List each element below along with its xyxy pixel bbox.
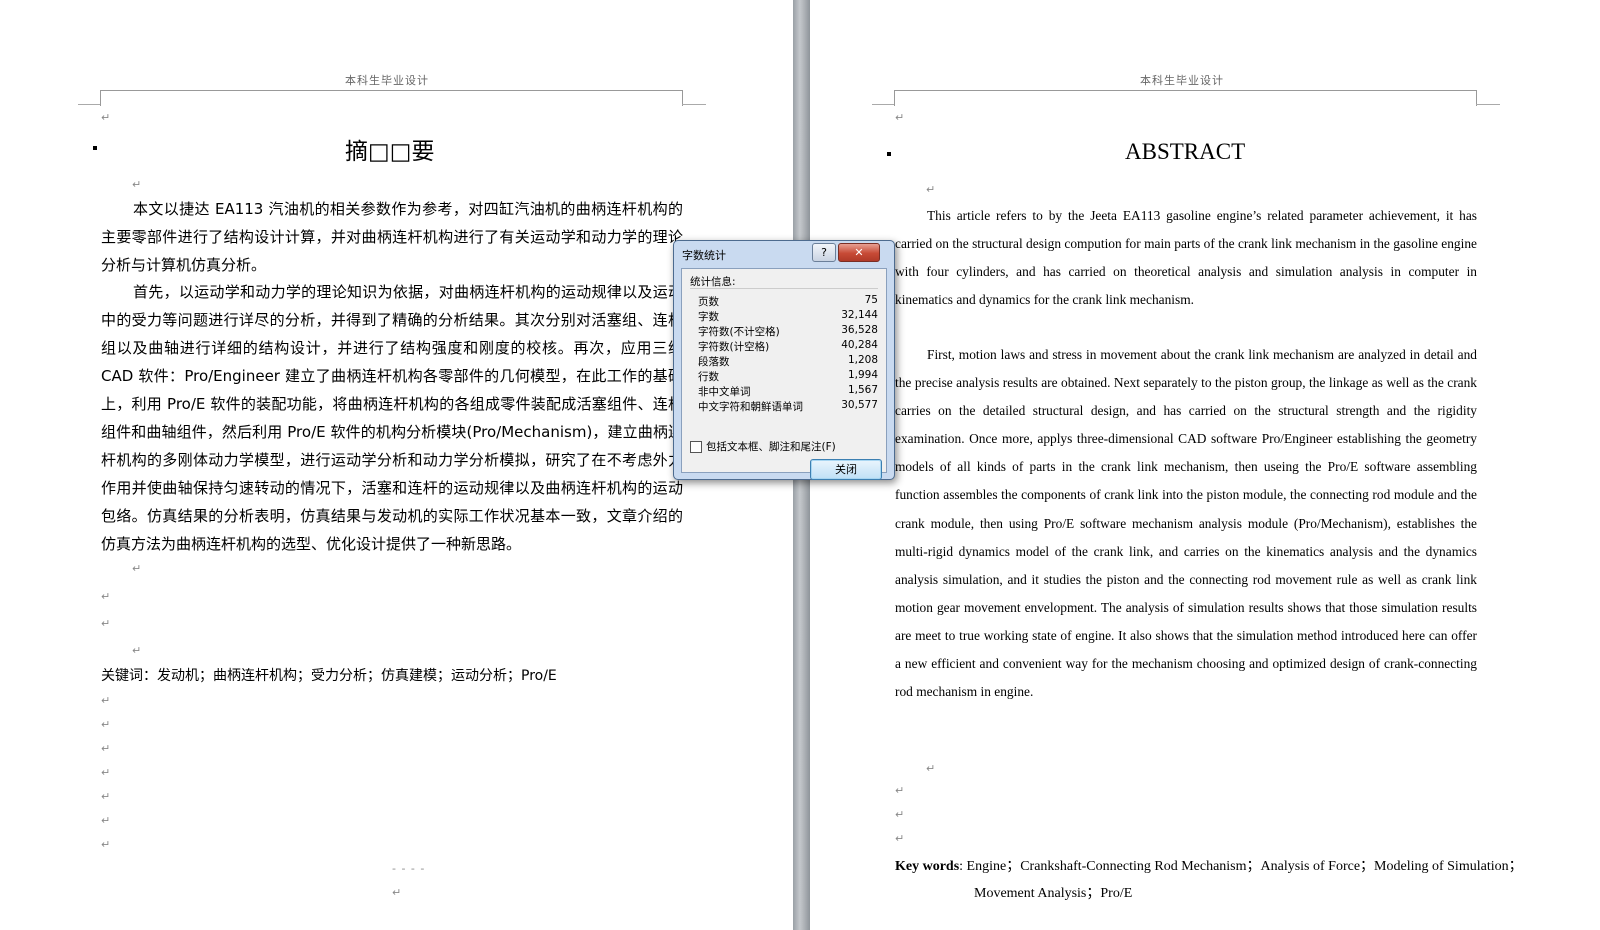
keywords-en: Key words: Engine；Crankshaft-Connecting … — [895, 853, 1564, 907]
close-button[interactable]: 关闭 — [810, 459, 882, 480]
paragraph-mark: ↵ — [101, 742, 111, 755]
stat-row-non-chinese-words: 非中文单词 1,567 — [698, 384, 878, 399]
paragraph-mark: ↵ — [101, 718, 111, 731]
keywords-en-text: : Engine；Crankshaft-Connecting Rod Mecha… — [959, 859, 1523, 901]
paragraph-mark: ↵ — [895, 808, 905, 821]
paragraph-mark: ↵ — [101, 694, 111, 707]
paragraph-mark: ↵ — [132, 178, 142, 191]
stat-row-pages: 页数 75 — [698, 294, 878, 309]
stat-label: 非中文单词 — [698, 386, 751, 398]
abstract-paragraph-cn-2: 首先，以运动学和动力学的理论知识为依据，对曲柄连杆机构的运动规律以及运动中的受力… — [101, 283, 683, 553]
heading-bullet — [93, 146, 97, 150]
paragraph-mark: ↵ — [101, 766, 111, 779]
abstract-title-en: ABSTRACT — [1125, 139, 1246, 164]
heading-bullet — [887, 152, 891, 156]
close-window-button[interactable]: ✕ — [838, 243, 880, 262]
margin-corner-right — [1476, 104, 1500, 105]
keywords-cn: 关键词：发动机；曲柄连杆机构；受力分析；仿真建模；运动分析；Pro/E — [101, 668, 557, 684]
stat-label: 字数 — [698, 311, 719, 323]
stat-row-words: 字数 32,144 — [698, 309, 878, 324]
footer-marks: - - - - — [392, 862, 426, 875]
abstract-paragraph-en-1: This article refers to by the Jeeta EA11… — [895, 208, 1477, 308]
stat-label: 行数 — [698, 371, 719, 383]
statistics-group: 页数 75 字数 32,144 字符数(不计空格) 36,528 字符数(计空格… — [690, 288, 878, 440]
stat-row-chars-no-spaces: 字符数(不计空格) 36,528 — [698, 324, 878, 339]
margin-corner-left — [872, 104, 894, 105]
paragraph-mark: ↵ — [895, 832, 905, 845]
page-header-text: 本科生毕业设计 — [1140, 74, 1224, 87]
stat-value: 30,577 — [841, 399, 878, 411]
word-count-dialog: 字数统计 ? ✕ 统计信息: 页数 75 字数 32,144 字符数(不计空格)… — [673, 240, 895, 480]
stat-value: 1,208 — [847, 354, 878, 366]
paragraph-mark: ↵ — [132, 644, 142, 657]
abstract-paragraph-cn-1: 本文以捷达 EA113 汽油机的相关参数作为参考，对四缸汽油机的曲柄连杆机构的主… — [101, 200, 683, 274]
paragraph-mark: ↵ — [926, 762, 936, 775]
header-rule — [100, 90, 682, 91]
header-rule — [894, 90, 1476, 91]
stat-value: 75 — [864, 294, 878, 306]
paragraph-mark: ↵ — [895, 111, 905, 124]
paragraph-mark: ↵ — [101, 617, 111, 630]
paragraph-mark: ↵ — [392, 886, 402, 899]
header-tick-left — [100, 90, 101, 106]
statistics-section-label: 统计信息: — [690, 276, 736, 288]
paragraph-mark: ↵ — [101, 790, 111, 803]
stat-label: 页数 — [698, 296, 719, 308]
document-page-right: 本科生毕业设计 ↵ ABSTRACT ↵ This article refers… — [810, 0, 1600, 930]
dialog-body: 统计信息: 页数 75 字数 32,144 字符数(不计空格) 36,528 字… — [681, 268, 887, 480]
paragraph-mark: ↵ — [926, 183, 936, 196]
help-button[interactable]: ? — [812, 243, 836, 262]
stat-label: 字符数(计空格) — [698, 341, 770, 353]
paragraph-mark: ↵ — [132, 562, 142, 575]
stat-label: 中文字符和朝鲜语单词 — [698, 401, 803, 413]
dialog-title: 字数统计 — [682, 249, 726, 262]
paragraph-mark: ↵ — [895, 784, 905, 797]
keywords-en-label: Key words — [895, 859, 960, 874]
stat-value: 32,144 — [841, 309, 878, 321]
stat-value: 1,567 — [847, 384, 878, 396]
paragraph-mark: ↵ — [101, 111, 111, 124]
stat-row-chars-with-spaces: 字符数(计空格) 40,284 — [698, 339, 878, 354]
page-header-text: 本科生毕业设计 — [345, 74, 429, 87]
stat-value: 36,528 — [841, 324, 878, 336]
header-tick-left — [894, 90, 895, 106]
paragraph-mark: ↵ — [101, 590, 111, 603]
abstract-paragraph-en-2: First, motion laws and stress in movemen… — [895, 347, 1477, 700]
stat-row-lines: 行数 1,994 — [698, 369, 878, 384]
paragraph-mark: ↵ — [101, 838, 111, 851]
stat-row-paragraphs: 段落数 1,208 — [698, 354, 878, 369]
abstract-title-cn: 摘□□要 — [345, 139, 435, 165]
margin-corner-left — [78, 104, 100, 105]
paragraph-mark: ↵ — [101, 814, 111, 827]
stat-value: 40,284 — [841, 339, 878, 351]
margin-corner-right — [682, 104, 706, 105]
include-textboxes-label[interactable]: 包括文本框、脚注和尾注(F) — [706, 439, 836, 454]
include-textboxes-checkbox[interactable] — [690, 441, 702, 453]
stat-label: 字符数(不计空格) — [698, 326, 780, 338]
stat-label: 段落数 — [698, 356, 730, 368]
stat-value: 1,994 — [847, 369, 878, 381]
stat-row-cjk-chars: 中文字符和朝鲜语单词 30,577 — [698, 399, 878, 414]
